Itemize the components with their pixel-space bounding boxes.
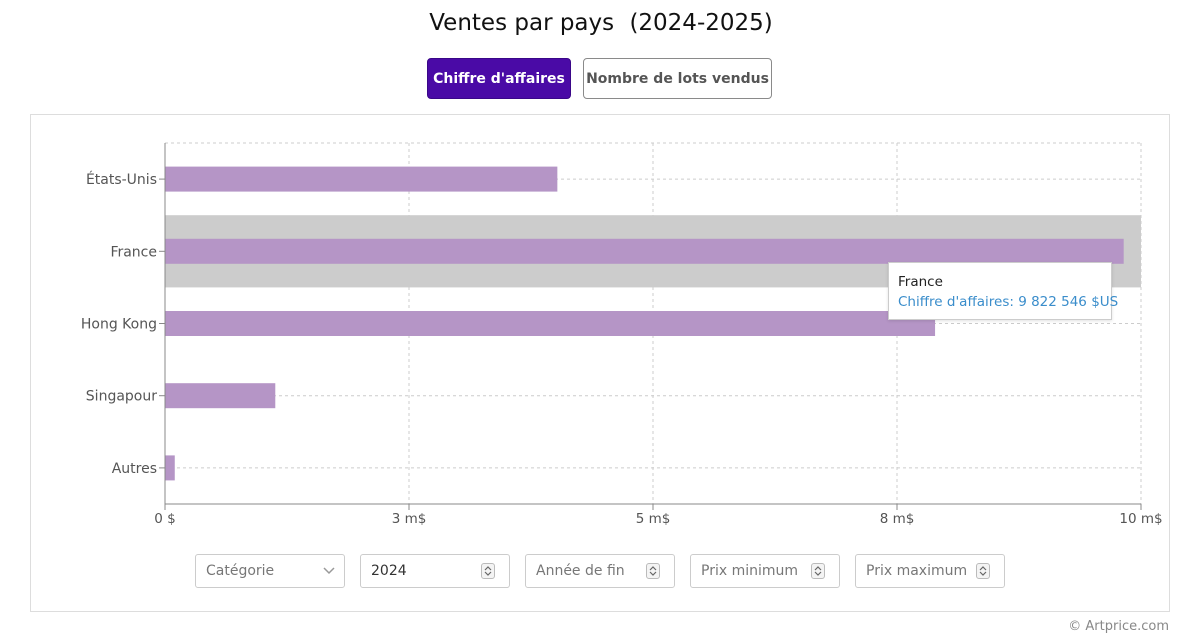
end-year-placeholder: Année de fin bbox=[536, 563, 625, 579]
max-price-input[interactable]: Prix maximum bbox=[855, 554, 1005, 588]
chart-title-text: Ventes par pays bbox=[429, 10, 615, 36]
start-year-value: 2024 bbox=[371, 563, 407, 579]
x-tick-label: 5 m$ bbox=[636, 511, 671, 527]
bar bbox=[165, 455, 175, 481]
end-year-input[interactable]: Année de fin bbox=[525, 554, 675, 588]
category-select[interactable]: Catégorie bbox=[195, 554, 345, 588]
bar-chart: États-Unis France Hong Kong Singapour Autres… bbox=[81, 142, 1163, 527]
max-price-stepper[interactable] bbox=[976, 563, 990, 579]
tooltip-value: Chiffre d'affaires: 9 822 546 $US bbox=[898, 294, 1119, 310]
y-tick-label: Hong Kong bbox=[81, 317, 157, 333]
min-price-input[interactable]: Prix minimum bbox=[690, 554, 840, 588]
chevron-down-icon bbox=[323, 567, 335, 575]
max-price-placeholder: Prix maximum bbox=[866, 563, 968, 579]
stepper-arrows-icon bbox=[814, 566, 822, 576]
start-year-stepper[interactable] bbox=[481, 563, 495, 579]
tab-revenue[interactable]: Chiffre d'affaires bbox=[427, 58, 571, 99]
x-tick-label: 8 m$ bbox=[880, 511, 915, 527]
stepper-arrows-icon bbox=[484, 566, 492, 576]
x-tick-label: 3 m$ bbox=[392, 511, 427, 527]
start-year-input[interactable]: 2024 bbox=[360, 554, 510, 588]
stepper-arrows-icon bbox=[979, 566, 987, 576]
tooltip-title: France bbox=[898, 274, 943, 290]
x-tick-label: 10 m$ bbox=[1119, 511, 1162, 527]
chart-title-period: (2024-2025) bbox=[629, 10, 773, 36]
stepper-arrows-icon bbox=[649, 566, 657, 576]
bar bbox=[165, 311, 936, 336]
x-tick-label: 0 $ bbox=[154, 511, 175, 527]
y-tick-label: États-Unis bbox=[86, 171, 157, 188]
y-tick-label: Singapour bbox=[86, 389, 157, 405]
tab-lots-sold[interactable]: Nombre de lots vendus bbox=[583, 58, 772, 99]
bar bbox=[165, 166, 558, 192]
chart-title: Ventes par pays (2024-2025) bbox=[0, 10, 1202, 36]
y-tick-label: France bbox=[110, 244, 157, 260]
y-tick-label: Autres bbox=[112, 461, 157, 477]
min-price-placeholder: Prix minimum bbox=[701, 563, 799, 579]
chart-tooltip: France Chiffre d'affaires: 9 822 546 $US bbox=[888, 262, 1119, 320]
bar bbox=[165, 238, 1124, 264]
bar bbox=[165, 383, 276, 409]
chart-panel: États-Unis France Hong Kong Singapour Autres… bbox=[30, 114, 1170, 612]
min-price-stepper[interactable] bbox=[811, 563, 825, 579]
copyright-text: © Artprice.com bbox=[1068, 619, 1169, 634]
category-select-placeholder: Catégorie bbox=[206, 563, 275, 579]
end-year-stepper[interactable] bbox=[646, 563, 660, 579]
